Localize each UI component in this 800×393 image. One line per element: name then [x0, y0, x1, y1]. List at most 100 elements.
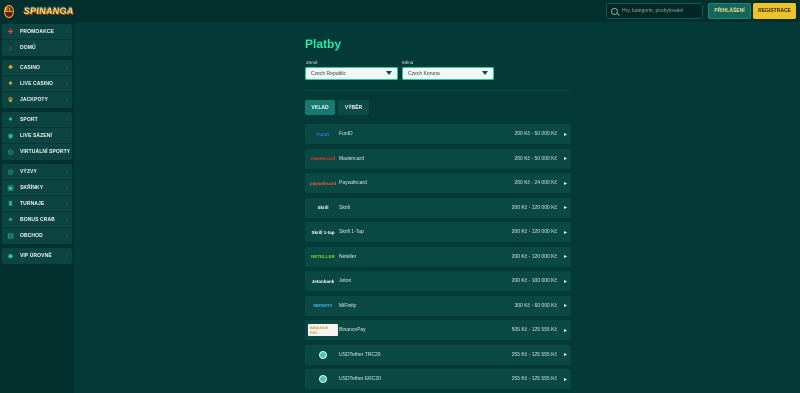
sidebar-item[interactable]: ▤ OBCHOD ›: [2, 228, 72, 244]
sidebar-item-label: DOMŮ: [20, 45, 36, 51]
chevron-right-icon: ▸: [563, 205, 567, 211]
chevron-right-icon: ›: [66, 116, 68, 123]
tether-coin-icon: [319, 375, 327, 383]
sidebar-item[interactable]: ♣ CASINO ›: [2, 60, 72, 76]
payment-name: USDTether TRC20: [339, 351, 381, 358]
sidebar-item[interactable]: ◎ VÝZVY ›: [2, 164, 72, 180]
chevron-right-icon: ›: [66, 233, 68, 239]
country-select[interactable]: Czech Republic: [305, 67, 398, 80]
payment-row[interactable]: USDTether ERC20 255 Kč - 125 555 Kč ▸: [305, 369, 571, 389]
payment-row[interactable]: Skrill 1-tap Skrill 1-Tap 200 Kč - 120 000…: [305, 222, 571, 242]
sidebar: ✚ PROMOAKCE › ⌂ DOMŮ › ♣ CASINO › ♠ LIVE CASINO › ♛ J…: [0, 22, 74, 393]
payment-row[interactable]: MIFINITY MiFinity 300 Kč - 60 000 Kč ▸: [305, 295, 571, 316]
country-label: Země: [306, 60, 318, 65]
chevron-right-icon: ›: [66, 168, 68, 175]
search-icon: [611, 7, 618, 15]
chevron-right-icon: ›: [66, 216, 68, 223]
payment-range: 255 Kč - 125 555 Kč: [511, 376, 557, 382]
payment-row[interactable]: paysafecard Paysafecard 200 Kč - 24 000 Kč…: [305, 173, 571, 193]
tab-deposit[interactable]: VKLAD: [305, 100, 335, 115]
payment-range: 200 Kč - 120 000 Kč: [511, 229, 557, 235]
payment-logo: [308, 375, 338, 383]
payment-range: 200 Kč - 24 000 Kč: [514, 180, 557, 186]
sidebar-item-label: BONUS CRAB: [20, 216, 55, 223]
payment-name: Skrill: [339, 204, 350, 211]
sidebar-item-label: OBCHOD: [20, 233, 43, 239]
sidebar-group: ● SPORT › ◉ LIVE SÁZENÍ › ◎ VIRTUÁLNÍ SPORTY ›: [2, 112, 72, 160]
sidebar-item-label: VÝZVY: [20, 168, 37, 175]
payment-row[interactable]: FunID FunID 200 Kč - 50 000 Kč ▸: [305, 124, 571, 144]
logo-text: SPINANGA: [23, 6, 74, 16]
live-icon: ◉: [7, 132, 14, 140]
sidebar-item[interactable]: ▣ SKŘÍNKY ›: [2, 180, 72, 196]
payment-row[interactable]: NETELLER Neteller 200 Kč - 120 000 Kč ▸: [305, 246, 571, 267]
currency-label: Měna: [402, 60, 414, 65]
sidebar-item-label: SPORT: [20, 116, 38, 123]
payment-row[interactable]: mastercard Mastercard 200 Kč - 50 000 Kč ▸: [305, 148, 571, 169]
payment-logo: BINANCE PAY: [308, 324, 338, 336]
sidebar-item[interactable]: ♠ LIVE CASINO ›: [2, 76, 72, 92]
sidebar-item[interactable]: ♜ TURNAJE ›: [2, 196, 72, 212]
diamond-icon: ◆: [7, 253, 14, 260]
country-value: Czech Republic: [311, 70, 347, 77]
search-input[interactable]: [622, 8, 702, 14]
crab-icon: ✦: [7, 216, 14, 224]
tab-withdraw[interactable]: VÝBĚR: [338, 100, 369, 115]
payment-logo: FunID: [308, 132, 338, 137]
tether-coin-icon: [319, 350, 327, 359]
payment-logo-text: Jetonbank: [311, 278, 335, 284]
chevron-right-icon: ▸: [563, 229, 567, 236]
locker-icon: ▣: [7, 184, 14, 192]
chevron-right-icon: ›: [66, 28, 68, 35]
payment-logo-text: FunID: [316, 131, 330, 137]
payment-row[interactable]: BINANCE PAY BinancePay 505 Kč - 125 555 Kč…: [305, 320, 571, 340]
currency-select[interactable]: Czech Koruna: [402, 67, 494, 80]
login-button[interactable]: PŘIHLÁŠENÍ: [708, 3, 751, 19]
chevron-right-icon: ›: [66, 80, 68, 87]
crown-icon: ♛: [7, 97, 14, 104]
payment-logo-text: mastercard: [310, 156, 336, 161]
shop-icon: ▤: [7, 233, 14, 240]
sidebar-item[interactable]: ♛ JACKPOTY ›: [2, 92, 72, 108]
gift-icon: ✚: [7, 28, 14, 36]
trophy-icon: ♜: [7, 200, 14, 208]
payment-row[interactable]: USDTether TRC20 255 Kč - 125 555 Kč ▸: [305, 344, 571, 365]
chevron-right-icon: ▸: [563, 131, 567, 138]
payment-logo: Jetonbank: [308, 279, 338, 284]
sidebar-item[interactable]: ✦ BONUS CRAB ›: [2, 212, 72, 228]
sidebar-item-label: CASINO: [20, 64, 41, 71]
sidebar-item[interactable]: ✚ PROMOAKCE ›: [2, 24, 72, 40]
cards-icon: ♠: [8, 80, 13, 87]
currency-value: Czech Koruna: [408, 70, 440, 77]
sidebar-item[interactable]: ◉ LIVE SÁZENÍ ›: [2, 128, 72, 144]
payment-logo-text: BINANCE PAY: [308, 324, 338, 336]
chevron-right-icon: ▸: [563, 303, 567, 309]
chevron-right-icon: ▸: [563, 376, 567, 383]
sidebar-item-label: PROMOAKCE: [20, 28, 54, 35]
sidebar-item[interactable]: ◎ VIRTUÁLNÍ SPORTY ›: [2, 144, 72, 160]
logo[interactable]: EL SPINANGA: [4, 2, 73, 20]
sidebar-item[interactable]: ⌂ DOMŮ ›: [2, 40, 72, 56]
payment-logo-text: Skrill 1-tap: [311, 229, 335, 235]
payment-row[interactable]: Jetonbank Jeton 200 Kč - 100 000 Kč ▸: [305, 271, 571, 291]
payment-name: MiFinity: [339, 302, 357, 309]
sidebar-item-label: LIVE CASINO: [20, 80, 54, 87]
page-title: Platby: [305, 37, 342, 51]
chevron-right-icon: ▸: [563, 352, 567, 358]
payment-row[interactable]: Skrill Skrill 200 Kč - 120 000 Kč ▸: [305, 197, 571, 218]
payment-logo: [308, 350, 338, 359]
register-button[interactable]: REGISTRACE: [753, 3, 796, 19]
chevron-right-icon: ›: [66, 97, 68, 103]
payment-logo-text: MIFINITY: [313, 303, 333, 308]
payment-name: BinancePay: [339, 327, 366, 333]
search-box[interactable]: [606, 3, 703, 19]
sidebar-item[interactable]: ◆ VIP ÚROVNĚ ›: [2, 248, 72, 264]
target-icon: ◎: [7, 168, 14, 176]
sidebar-group: ✚ PROMOAKCE › ⌂ DOMŮ ›: [2, 24, 72, 56]
sidebar-item-label: TURNAJE: [20, 200, 45, 207]
sidebar-item[interactable]: ● SPORT ›: [2, 112, 72, 128]
chevron-right-icon: ›: [66, 184, 68, 191]
payment-logo: Skrill: [308, 205, 338, 210]
casino-icon: ♣: [8, 64, 13, 71]
chevron-right-icon: ›: [66, 149, 68, 155]
